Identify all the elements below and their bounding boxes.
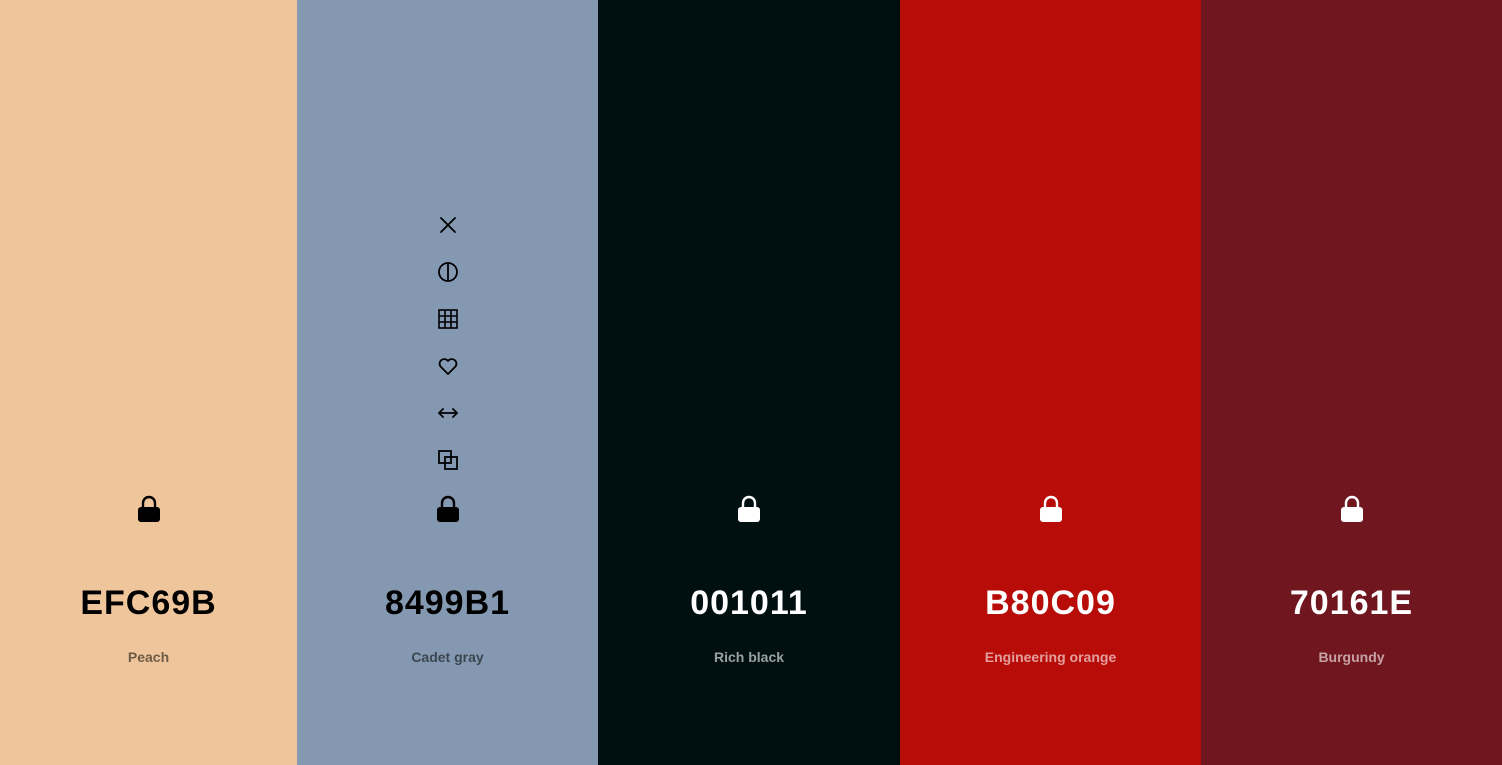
contrast-icon[interactable] [430, 254, 466, 290]
color-name[interactable]: Burgundy [1201, 648, 1502, 666]
close-icon[interactable] [430, 207, 466, 243]
swatch-burgundy[interactable]: 70161E Burgundy [1201, 0, 1502, 765]
swatch-engineering-orange[interactable]: B80C09 Engineering orange [900, 0, 1201, 765]
swatch-toolbar [297, 207, 598, 489]
lock-icon[interactable] [131, 491, 167, 527]
hex-code[interactable]: 70161E [1201, 582, 1502, 624]
swatch-peach[interactable]: EFC69B Peach [0, 0, 297, 765]
color-name[interactable]: Rich black [598, 648, 900, 666]
hex-code[interactable]: B80C09 [900, 582, 1201, 624]
heart-icon[interactable] [430, 348, 466, 384]
color-name[interactable]: Cadet gray [297, 648, 598, 666]
color-palette: EFC69B Peach 8499B1 Cadet gray 001011 Ri… [0, 0, 1502, 765]
color-name[interactable]: Peach [0, 648, 297, 666]
hex-code[interactable]: EFC69B [0, 582, 297, 624]
lock-icon[interactable] [430, 491, 466, 527]
lock-icon[interactable] [1334, 491, 1370, 527]
lock-icon[interactable] [1033, 491, 1069, 527]
shades-grid-icon[interactable] [430, 301, 466, 337]
lock-icon[interactable] [731, 491, 767, 527]
hex-code[interactable]: 001011 [598, 582, 900, 624]
hex-code[interactable]: 8499B1 [297, 582, 598, 624]
color-name[interactable]: Engineering orange [900, 648, 1201, 666]
swatch-rich-black[interactable]: 001011 Rich black [598, 0, 900, 765]
copy-icon[interactable] [430, 442, 466, 478]
drag-arrows-icon[interactable] [430, 395, 466, 431]
swatch-cadet-gray[interactable]: 8499B1 Cadet gray [297, 0, 598, 765]
